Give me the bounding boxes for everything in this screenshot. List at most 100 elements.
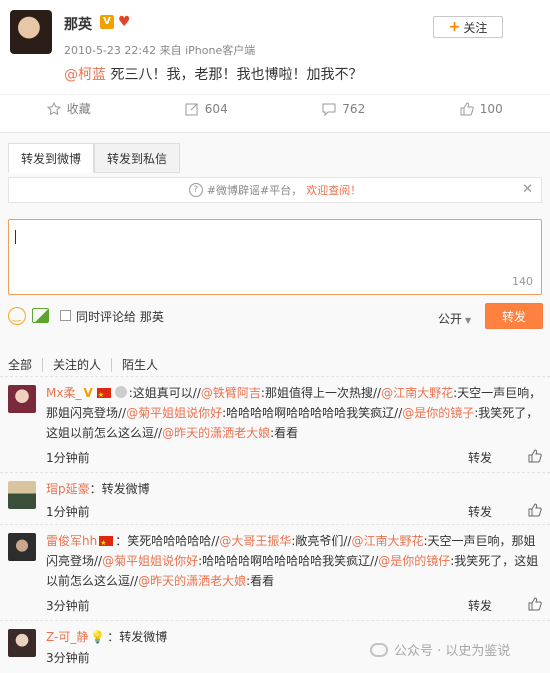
comment-time: 3分钟前 <box>46 651 90 665</box>
avatar[interactable] <box>8 481 36 509</box>
flag-icon <box>99 533 114 553</box>
post-text: @柯蓝 死三八！我，老那！我也博啦！加我不？ <box>64 64 362 84</box>
comment-footer: 1分钟前 转发 <box>46 503 542 519</box>
tab-repost-weibo[interactable]: 转发到微博 <box>8 143 95 173</box>
comment-user[interactable]: 雷俊军hh <box>46 534 97 548</box>
wechat-icon <box>370 642 388 657</box>
comment-text: :看看 <box>270 426 299 440</box>
list-item: 雷俊军hh：笑死哈哈哈哈哈//@大哥王振华:敞亮爷们//@江南大野花:天空一声巨… <box>0 524 550 620</box>
comment-body: 瑁p延豪：转发微博 <box>46 479 542 499</box>
member-heart-icon: ♥ <box>118 14 131 30</box>
like-button[interactable]: 100 <box>413 95 550 122</box>
visibility-dropdown[interactable]: 公开 ▼ <box>438 310 471 327</box>
tip-prefix: #微博辟谣#平台， <box>206 184 303 197</box>
repost-button[interactable]: 604 <box>138 95 276 122</box>
medal-icon <box>114 386 127 398</box>
comment-count: 762 <box>342 101 366 116</box>
list-item: 瑁p延豪：转发微博 1分钟前 转发 <box>0 472 550 524</box>
comment-time: 1分钟前 <box>46 451 90 465</box>
follow-label: 关注 <box>463 20 488 35</box>
mention-link[interactable]: @江南大野花 <box>351 534 423 548</box>
avatar[interactable] <box>8 385 36 413</box>
comment-time: 3分钟前 <box>46 599 90 613</box>
comment-user[interactable]: Z-可_静 <box>46 630 88 644</box>
forward-button[interactable]: 转发 <box>468 597 492 614</box>
verified-badge-icon: V <box>83 386 93 400</box>
star-icon <box>46 101 61 115</box>
comment-body: Mx柔_V:这姐真可以//@铁臂阿吉:那姐值得上一次热搜//@江南大野花:天空一… <box>46 383 542 443</box>
list-item: Mx柔_V:这姐真可以//@铁臂阿吉:那姐值得上一次热搜//@江南大野花:天空一… <box>0 376 550 472</box>
close-icon[interactable]: ✕ <box>522 182 533 197</box>
mention-link[interactable]: @大哥王振华 <box>219 534 291 548</box>
visibility-label: 公开 <box>438 312 463 326</box>
thumbs-up-icon[interactable] <box>528 503 542 517</box>
mention-link[interactable]: @昨天的潇洒老大娘 <box>162 426 270 440</box>
follow-button[interactable]: + 关注 <box>433 16 503 38</box>
repost-list: Mx柔_V:这姐真可以//@铁臂阿吉:那姐值得上一次热搜//@江南大野花:天空一… <box>0 376 550 670</box>
comment-text: ：笑死哈哈哈哈哈// <box>115 534 220 548</box>
comment-text: :那姐值得上一次热搜// <box>260 386 382 400</box>
comment-text: ：转发微博 <box>107 630 168 644</box>
repost-textarea[interactable]: 140 <box>8 219 542 295</box>
also-comment-checkbox[interactable] <box>60 310 71 321</box>
filter-strangers[interactable]: 陌生人 <box>111 358 168 372</box>
comment-footer: 3分钟前 转发 <box>46 597 542 613</box>
tab-repost-private[interactable]: 转发到私信 <box>94 143 181 173</box>
post-action-bar: 收藏 604 762 100 <box>0 94 550 122</box>
emoji-icon[interactable] <box>8 307 26 325</box>
filter-all[interactable]: 全部 <box>8 358 42 372</box>
char-counter: 140 <box>512 275 533 288</box>
original-post: 那英 V ♥ 2010-5-23 22:42 来自 iPhone客户端 + 关注… <box>0 0 550 94</box>
mention-link[interactable]: @是你的镜仔 <box>378 554 450 568</box>
mention-link[interactable]: @是你的镜子 <box>402 406 474 420</box>
author-avatar[interactable] <box>10 10 52 54</box>
mention-link[interactable]: @昨天的潇洒老大娘 <box>138 574 246 588</box>
thumbs-up-icon[interactable] <box>528 449 542 463</box>
comment-footer: 1分钟前 转发 <box>46 449 542 465</box>
filter-following[interactable]: 关注的人 <box>42 358 111 372</box>
comment-text: :敞亮爷们// <box>291 534 352 548</box>
also-comment-label: 同时评论给 那英 <box>76 310 164 324</box>
favorite-label: 收藏 <box>66 102 91 116</box>
thumbs-up-icon[interactable] <box>528 597 542 611</box>
comment-user[interactable]: 瑁p延豪 <box>46 482 90 496</box>
comment-text: :这姐真可以// <box>128 386 201 400</box>
flag-icon <box>96 385 111 405</box>
verified-badge-icon: V <box>100 15 114 29</box>
chevron-down-icon: ▼ <box>465 316 472 325</box>
avatar[interactable] <box>8 629 36 657</box>
avatar[interactable] <box>8 533 36 561</box>
comment-text: :看看 <box>246 574 275 588</box>
mention-link[interactable]: @江南大野花 <box>381 386 453 400</box>
mention-link[interactable]: @铁臂阿吉 <box>201 386 261 400</box>
mention-link[interactable]: @柯蓝 <box>64 67 106 83</box>
plus-icon: + <box>448 19 461 35</box>
comment-button[interactable]: 762 <box>275 95 413 122</box>
compose-toolbar: 同时评论给 那英 公开▼ 转发 <box>8 303 543 333</box>
comment-text: :哈哈哈哈啊哈哈哈哈哈我笑疯辽// <box>222 406 403 420</box>
watermark: 公众号 · 以史为鉴说 <box>370 640 510 659</box>
comment-icon <box>322 103 336 116</box>
repost-tabs: 转发到微博 转发到私信 <box>8 143 181 173</box>
comment-body: 雷俊军hh：笑死哈哈哈哈哈//@大哥王振华:敞亮爷们//@江南大野花:天空一声巨… <box>46 531 542 591</box>
post-body: 死三八！我，老那！我也博啦！加我不？ <box>106 67 363 83</box>
comment-text: ：转发微博 <box>89 482 150 496</box>
forward-button[interactable]: 转发 <box>468 503 492 520</box>
text-caret <box>15 230 16 244</box>
comment-user[interactable]: Mx柔_ <box>46 386 81 400</box>
repost-filter-tabs: 全部 关注的人 陌生人 <box>8 358 168 372</box>
lightbulb-icon: 💡 <box>90 630 106 644</box>
comment-time: 1分钟前 <box>46 505 90 519</box>
question-icon: ? <box>188 183 203 197</box>
thumbs-up-icon <box>460 101 474 115</box>
favorite-button[interactable]: 收藏 <box>0 95 138 122</box>
repost-submit-button[interactable]: 转发 <box>485 303 543 329</box>
author-name[interactable]: 那英 <box>64 14 92 34</box>
post-meta: 2010-5-23 22:42 来自 iPhone客户端 <box>64 44 256 57</box>
mention-link[interactable]: @菊平姐姐说你好 <box>126 406 222 420</box>
forward-button[interactable]: 转发 <box>468 449 492 466</box>
mention-link[interactable]: @菊平姐姐说你好 <box>102 554 198 568</box>
tip-link[interactable]: 欢迎查阅！ <box>306 182 361 198</box>
image-icon[interactable] <box>32 308 49 323</box>
watermark-text: 公众号 · 以史为鉴说 <box>394 644 511 659</box>
